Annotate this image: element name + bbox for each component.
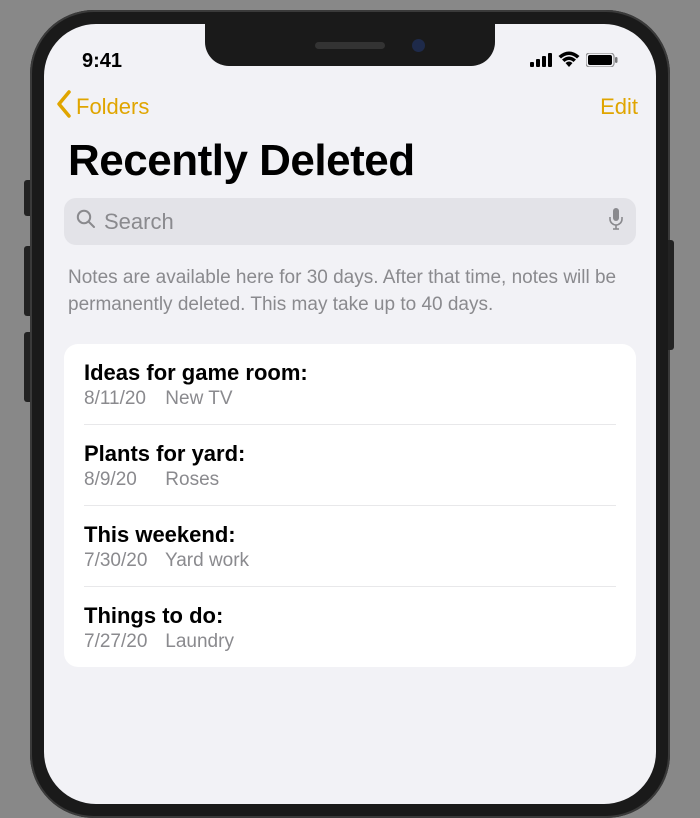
notch xyxy=(205,24,495,66)
note-subtitle: 8/9/20 Roses xyxy=(84,469,616,491)
nav-bar: Folders Edit xyxy=(44,80,656,130)
list-item[interactable]: Ideas for game room: 8/11/20 New TV xyxy=(84,344,616,425)
note-date: 7/30/20 xyxy=(84,550,160,572)
note-title: Things to do: xyxy=(84,603,616,629)
note-title: Ideas for game room: xyxy=(84,360,616,386)
list-item[interactable]: This weekend: 7/30/20 Yard work xyxy=(84,506,616,587)
note-preview: New TV xyxy=(165,388,232,409)
search-bar[interactable] xyxy=(64,198,636,245)
phone-side-buttons-left xyxy=(26,180,30,418)
back-button[interactable]: Folders xyxy=(54,90,149,124)
back-label: Folders xyxy=(76,94,149,120)
search-icon xyxy=(76,209,96,234)
page-title: Recently Deleted xyxy=(44,130,656,198)
note-preview: Laundry xyxy=(165,631,234,652)
note-subtitle: 7/30/20 Yard work xyxy=(84,550,616,572)
search-input[interactable] xyxy=(104,209,600,235)
wifi-icon xyxy=(558,50,580,73)
phone-side-button-right xyxy=(668,240,674,350)
note-preview: Yard work xyxy=(165,550,249,571)
note-date: 8/11/20 xyxy=(84,388,160,410)
microphone-icon[interactable] xyxy=(608,208,624,235)
speaker-grill xyxy=(315,42,385,49)
note-subtitle: 8/11/20 New TV xyxy=(84,388,616,410)
note-title: Plants for yard: xyxy=(84,441,616,467)
note-date: 8/9/20 xyxy=(84,469,160,491)
edit-button[interactable]: Edit xyxy=(600,94,638,120)
note-subtitle: 7/27/20 Laundry xyxy=(84,631,616,653)
battery-icon xyxy=(586,50,618,73)
info-text: Notes are available here for 30 days. Af… xyxy=(44,245,656,344)
chevron-left-icon xyxy=(54,90,76,124)
list-item[interactable]: Plants for yard: 8/9/20 Roses xyxy=(84,425,616,506)
cellular-icon xyxy=(530,50,552,73)
list-item[interactable]: Things to do: 7/27/20 Laundry xyxy=(84,587,616,667)
screen: 9:41 Folders Edit Rec xyxy=(44,24,656,804)
note-title: This weekend: xyxy=(84,522,616,548)
note-preview: Roses xyxy=(165,469,219,490)
notes-list: Ideas for game room: 8/11/20 New TV Plan… xyxy=(64,344,636,667)
note-date: 7/27/20 xyxy=(84,631,160,653)
phone-frame: 9:41 Folders Edit Rec xyxy=(30,10,670,818)
front-camera xyxy=(412,39,425,52)
status-time: 9:41 xyxy=(82,50,122,73)
